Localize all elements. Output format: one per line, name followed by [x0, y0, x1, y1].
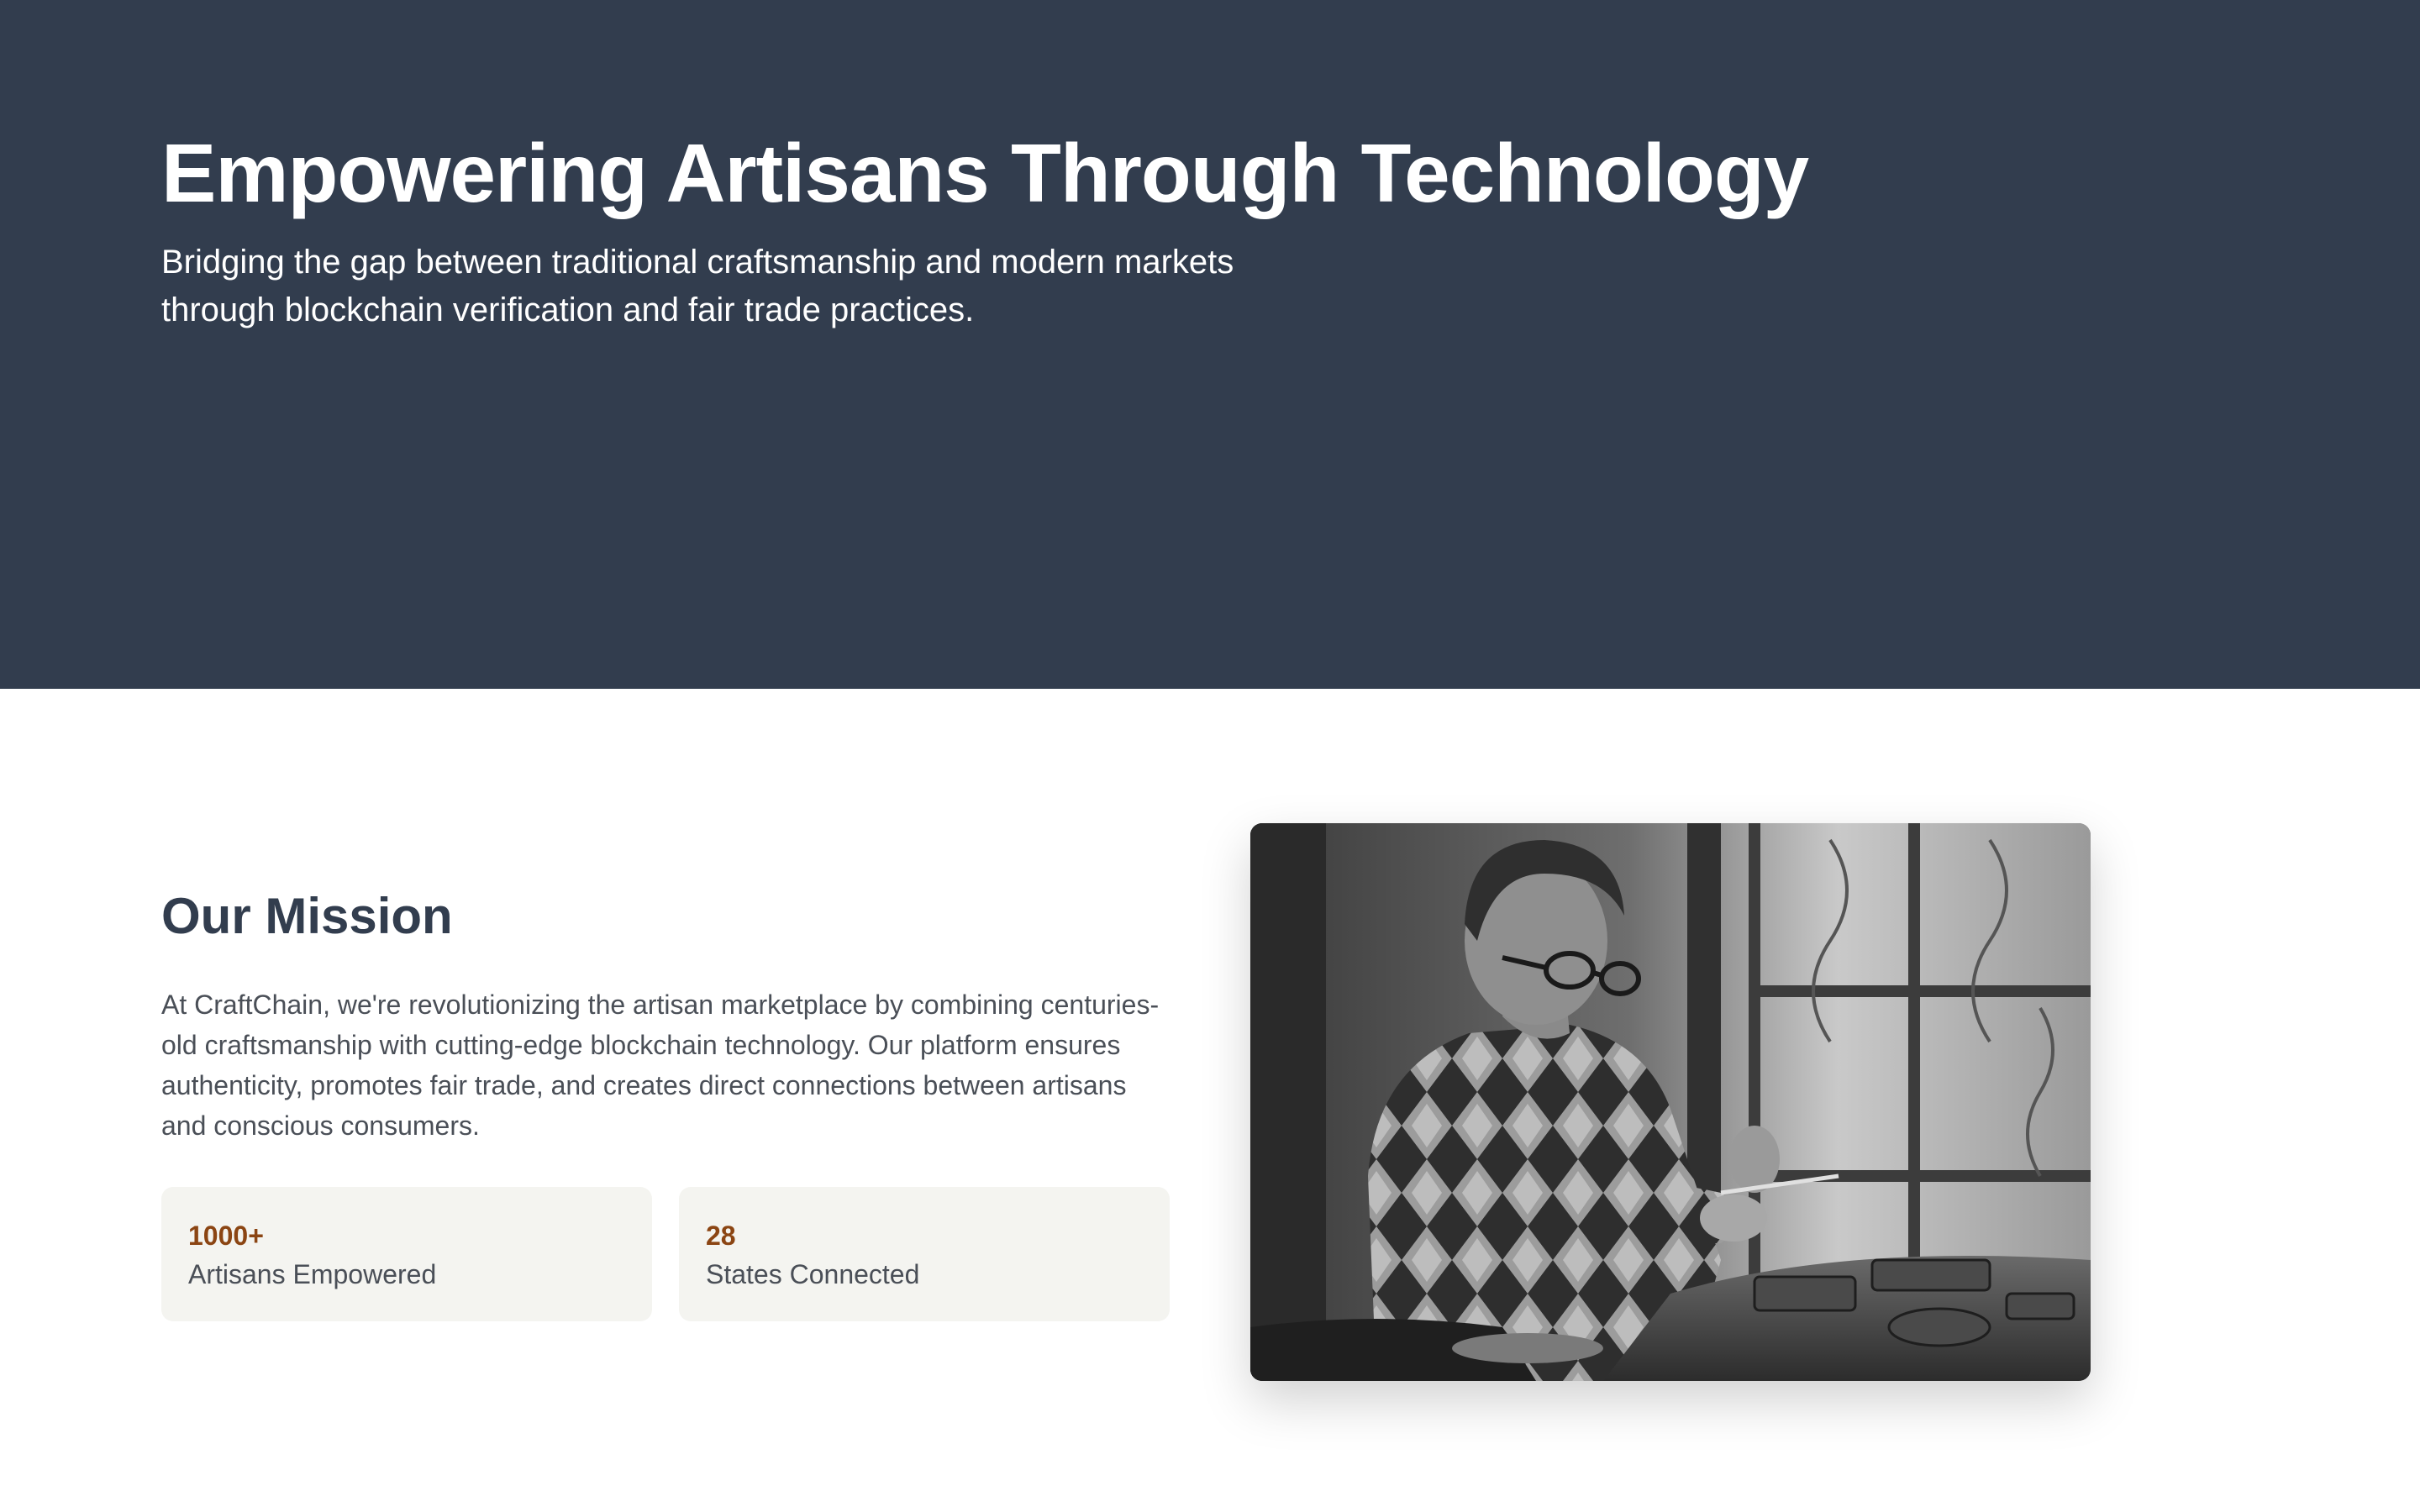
stat-card-states: 28 States Connected	[679, 1187, 1170, 1321]
artisan-photo-illustration	[1250, 823, 2091, 1381]
artisan-photo	[1250, 823, 2091, 1381]
mission-body: At CraftChain, we're revolutionizing the…	[161, 990, 1160, 1141]
hero-title: Empowering Artisans Through Technology	[161, 127, 1809, 219]
stat-value: 1000+	[188, 1221, 264, 1251]
stat-label: States Connected	[706, 1259, 920, 1289]
stat-card-artisans: 1000+ Artisans Empowered	[161, 1187, 652, 1321]
stat-value: 28	[706, 1221, 736, 1251]
mission-heading: Our Mission	[161, 888, 453, 944]
stat-label: Artisans Empowered	[188, 1259, 437, 1289]
mission-section: Our Mission At CraftChain, we're revolut…	[0, 689, 2420, 1512]
hero-section: Empowering Artisans Through Technology B…	[0, 0, 2420, 689]
hero-subtitle: Bridging the gap between traditional cra…	[161, 244, 1234, 328]
